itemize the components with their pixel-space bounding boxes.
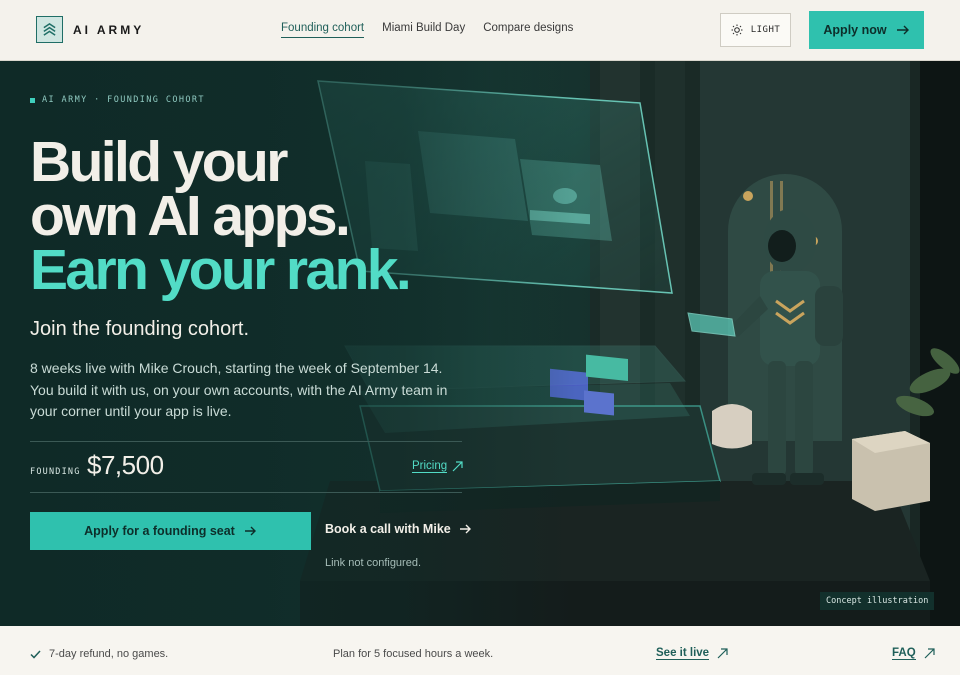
chevrons-stack-icon bbox=[36, 16, 63, 43]
apply-now-button[interactable]: Apply now bbox=[809, 11, 924, 49]
price-divider-top bbox=[30, 441, 462, 442]
image-caption: Concept illustration bbox=[820, 592, 935, 610]
headline-line-2: own AI apps. bbox=[30, 184, 351, 248]
theme-toggle-button[interactable]: LIGHT bbox=[720, 13, 791, 47]
brand-name: AI ARMY bbox=[73, 22, 145, 37]
price-label: FOUNDING bbox=[30, 467, 81, 477]
apply-founding-seat-label: Apply for a founding seat bbox=[84, 524, 235, 538]
hero-eyebrow: AI ARMY · FOUNDING COHORT bbox=[30, 95, 205, 105]
nav-item-founding-cohort[interactable]: Founding cohort bbox=[281, 22, 365, 38]
pricing-link-label: Pricing bbox=[412, 460, 448, 473]
apply-founding-seat-button[interactable]: Apply for a founding seat bbox=[30, 512, 311, 550]
external-arrow-icon bbox=[924, 648, 935, 659]
price-divider-bottom bbox=[30, 492, 462, 493]
nav-item-miami-build-day[interactable]: Miami Build Day bbox=[382, 22, 465, 38]
footer-bar: 7-day refund, no games. Plan for 5 focus… bbox=[0, 626, 960, 675]
see-it-live-label: See it live bbox=[656, 647, 710, 660]
hero-headline: Build your own AI apps. Earn your rank. bbox=[30, 130, 412, 302]
headline-line-3: Earn your rank. bbox=[30, 238, 412, 302]
arrow-right-icon bbox=[244, 526, 256, 536]
hero-section: AI ARMY · FOUNDING COHORT Build your own… bbox=[0, 61, 960, 626]
external-arrow-icon bbox=[452, 461, 463, 472]
faq-label: FAQ bbox=[892, 647, 916, 660]
link-status-note: Link not configured. bbox=[325, 557, 422, 569]
arrow-right-icon bbox=[896, 25, 909, 35]
eyebrow-text: AI ARMY · FOUNDING COHORT bbox=[42, 95, 205, 105]
main-nav: Founding cohort Miami Build Day Compare … bbox=[281, 22, 573, 38]
nav-item-compare-designs[interactable]: Compare designs bbox=[483, 22, 573, 38]
pricing-link[interactable]: Pricing bbox=[412, 460, 463, 473]
refund-text: 7-day refund, no games. bbox=[49, 648, 169, 660]
price-amount: $7,500 bbox=[87, 450, 164, 480]
apply-now-label: Apply now bbox=[823, 23, 887, 37]
square-bullet-icon bbox=[30, 97, 35, 103]
brand-logo[interactable]: AI ARMY bbox=[36, 16, 144, 43]
book-call-label: Book a call with Mike bbox=[325, 522, 451, 536]
top-navigation-bar: AI ARMY Founding cohort Miami Build Day … bbox=[0, 0, 960, 61]
faq-link[interactable]: FAQ bbox=[892, 647, 935, 660]
sun-icon bbox=[731, 21, 743, 40]
refund-guarantee: 7-day refund, no games. bbox=[30, 648, 168, 660]
book-call-link[interactable]: Book a call with Mike bbox=[325, 522, 472, 536]
checkmark-icon bbox=[30, 649, 41, 659]
time-commitment-text: Plan for 5 focused hours a week. bbox=[333, 648, 494, 660]
arrow-right-icon bbox=[459, 524, 471, 534]
theme-toggle-label: LIGHT bbox=[750, 25, 781, 35]
hero-description: 8 weeks live with Mike Crouch, starting … bbox=[30, 360, 448, 419]
see-it-live-link[interactable]: See it live bbox=[656, 647, 728, 660]
external-arrow-icon bbox=[717, 648, 728, 659]
hero-subheadline: Join the founding cohort. bbox=[30, 318, 250, 340]
headline-line-1: Build your bbox=[30, 130, 288, 194]
